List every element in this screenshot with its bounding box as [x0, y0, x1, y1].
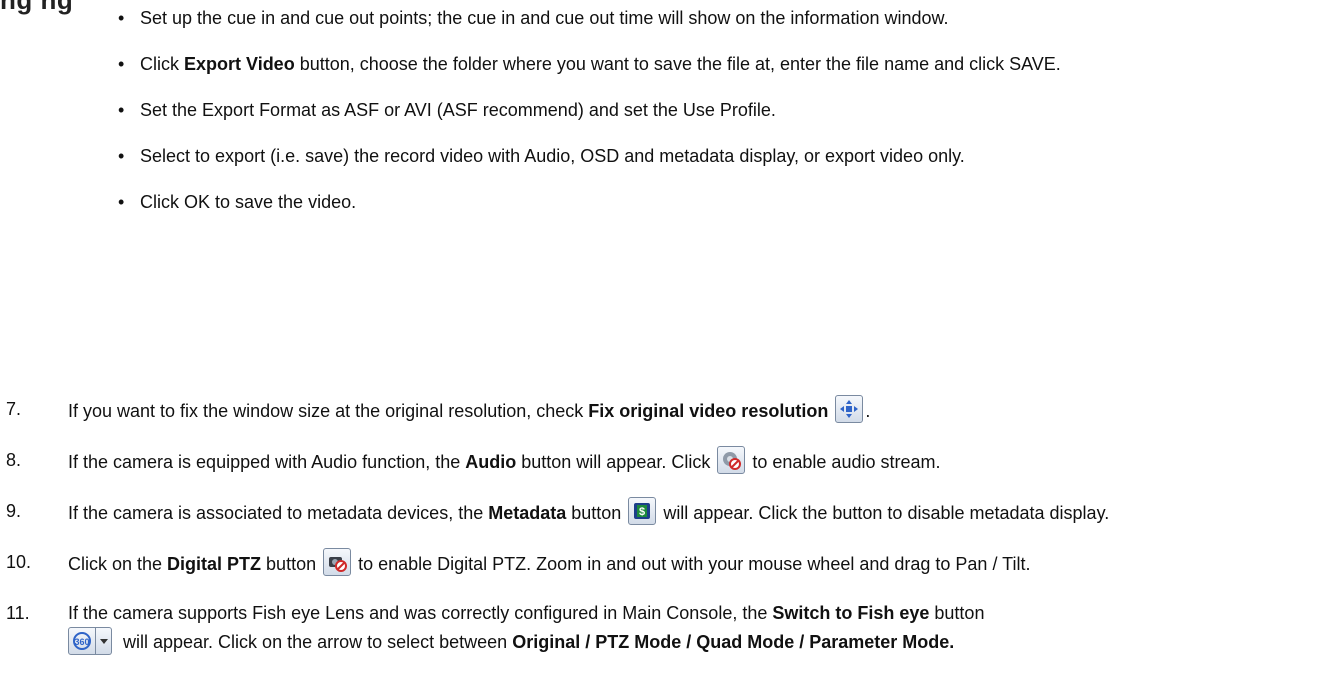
- audio-label: Audio: [465, 451, 517, 472]
- list-item: Click OK to save the video.: [118, 188, 1308, 216]
- step-9: 9. If the camera is associated to metada…: [6, 497, 1311, 531]
- step-number: 10.: [6, 552, 32, 572]
- numbered-steps: 7. If you want to fix the window size at…: [6, 395, 1311, 676]
- svg-text:$: $: [639, 506, 645, 518]
- fix-resolution-icon[interactable]: [835, 395, 864, 423]
- list-item: Set the Export Format as ASF or AVI (ASF…: [118, 96, 1308, 124]
- step-number: 7.: [6, 399, 22, 419]
- section-heading-fragment: ng ng: [0, 0, 74, 15]
- svg-text:360: 360: [74, 637, 89, 647]
- metadata-label: Metadata: [488, 502, 567, 523]
- step-number: 9.: [6, 501, 22, 521]
- metadata-icon[interactable]: $: [628, 497, 657, 525]
- digital-ptz-label: Digital PTZ: [167, 553, 262, 574]
- fish-eye-modes-label: Original / PTZ Mode / Quad Mode / Parame…: [512, 631, 955, 652]
- fish-eye-icon[interactable]: 360: [68, 627, 96, 655]
- export-bullet-list: Set up the cue in and cue out points; th…: [118, 4, 1308, 234]
- step-7: 7. If you want to fix the window size at…: [6, 395, 1311, 429]
- fish-eye-label: Switch to Fish eye: [772, 603, 930, 623]
- list-item: Select to export (i.e. save) the record …: [118, 142, 1308, 170]
- step-8: 8. If the camera is equipped with Audio …: [6, 446, 1311, 480]
- fish-eye-button[interactable]: 360: [68, 627, 112, 655]
- chevron-down-icon[interactable]: [96, 627, 112, 655]
- audio-icon[interactable]: [717, 446, 746, 474]
- step-number: 11.: [6, 603, 30, 623]
- step-number: 8.: [6, 450, 22, 470]
- step-11: 11. If the camera supports Fish eye Lens…: [6, 599, 1311, 659]
- list-item: Click Export Video button, choose the fo…: [118, 50, 1308, 78]
- fix-resolution-label: Fix original video resolution: [588, 400, 829, 421]
- step-10: 10. Click on the Digital PTZ button to e…: [6, 548, 1311, 582]
- digital-ptz-icon[interactable]: [323, 548, 352, 576]
- export-video-label: Export Video: [184, 54, 295, 74]
- list-item: Set up the cue in and cue out points; th…: [118, 4, 1308, 32]
